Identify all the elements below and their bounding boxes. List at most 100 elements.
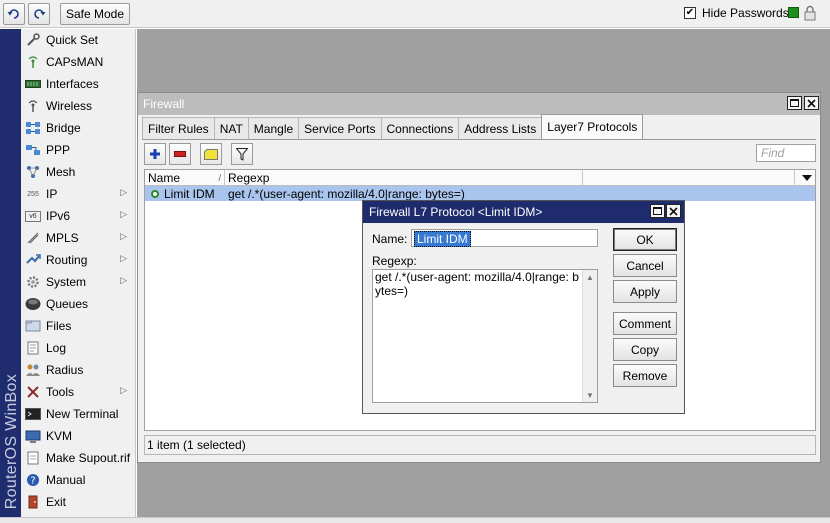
name-value: Limit IDM [414,231,471,247]
regexp-label: Regexp: [372,254,417,268]
add-button[interactable] [144,143,166,165]
status-strip [0,517,830,523]
enabled-status-icon [151,189,159,198]
name-input[interactable]: Limit IDM [411,229,598,247]
minus-icon [174,151,186,157]
sidebar-item-system[interactable]: System ▷ [21,271,135,293]
routing-icon [25,253,41,267]
sidebar-item-wireless[interactable]: Wireless [21,95,135,117]
ok-button[interactable]: OK [613,228,677,251]
close-icon [669,206,678,216]
sidebar-item-label: IP [46,187,58,201]
sidebar-item-ip[interactable]: 255 IP ▷ [21,183,135,205]
column-regexp[interactable]: Regexp [225,170,583,186]
maximize-button[interactable] [787,96,802,110]
maximize-icon [653,207,662,215]
hide-passwords-toggle[interactable]: ✔ Hide Passwords [684,6,789,20]
sidebar-item-label: Radius [46,363,84,377]
sidebar-item-label: CAPsMAN [46,55,104,69]
copy-button[interactable]: Copy [613,338,677,361]
table-header: Name / Regexp [145,170,815,186]
dialog-titlebar[interactable]: Firewall L7 Protocol <Limit IDM> [363,201,684,223]
sidebar-item-exit[interactable]: Exit [21,491,135,513]
dialog-title: Firewall L7 Protocol <Limit IDM> [369,205,543,219]
comment-dialog-button[interactable]: Comment [613,312,677,335]
firewall-tabs: Filter Rules NAT Mangle Service Ports Co… [142,114,644,139]
tab-nat[interactable]: NAT [213,117,249,139]
scroll-down-icon[interactable]: ▼ [583,388,597,402]
sidebar-item-kvm[interactable]: KVM [21,425,135,447]
ppp-icon [25,143,41,157]
tab-layer7-protocols[interactable]: Layer7 Protocols [541,114,644,139]
dialog-close-button[interactable] [666,204,681,218]
brand-bar: RouterOS WinBox [0,29,21,517]
sidebar-item-quick-set[interactable]: Quick Set [21,29,135,51]
column-menu-button[interactable] [795,170,815,186]
filter-button[interactable] [231,143,253,165]
sidebar-item-label: Exit [46,495,67,509]
table-row[interactable]: Limit IDM get /.*(user-agent: mozilla/4.… [145,186,815,201]
regexp-textarea[interactable]: get /.*(user-agent: mozilla/4.0|range: b… [372,269,598,403]
submenu-arrow-icon: ▷ [120,385,127,395]
undo-button[interactable] [3,3,25,25]
maximize-icon [790,99,799,107]
supout-icon [25,451,41,465]
system-icon [25,275,41,289]
tab-connections[interactable]: Connections [380,117,460,139]
apply-button[interactable]: Apply [613,280,677,303]
remove-dialog-button[interactable]: Remove [613,364,677,387]
safe-mode-button[interactable]: Safe Mode [60,3,130,25]
sidebar-item-bridge[interactable]: Bridge [21,117,135,139]
item-count-text: 1 item (1 selected) [147,438,246,452]
sidebar-item-log[interactable]: Log [21,337,135,359]
close-button[interactable] [804,96,819,110]
tools-icon [25,385,41,399]
sidebar-item-interfaces[interactable]: Interfaces [21,73,135,95]
firewall-titlebar[interactable]: Firewall [138,93,820,115]
svg-text:?: ? [30,476,35,487]
sidebar-item-label: Routing [46,253,88,267]
sidebar-item-new-terminal[interactable]: New Terminal [21,403,135,425]
sidebar-item-mesh[interactable]: Mesh [21,161,135,183]
dialog-maximize-button[interactable] [650,204,665,218]
sidebar-item-label: Queues [46,297,89,311]
l7-protocol-dialog: Firewall L7 Protocol <Limit IDM> Name: L… [362,200,685,414]
tab-filter-rules[interactable]: Filter Rules [142,117,215,139]
sidebar-item-routing[interactable]: Routing ▷ [21,249,135,271]
sidebar-item-capsman[interactable]: CAPsMAN [21,51,135,73]
main-toolbar: Safe Mode ✔ Hide Passwords [0,0,830,28]
find-input[interactable]: Find [756,144,816,162]
sidebar-item-files[interactable]: Files [21,315,135,337]
regexp-scrollbar[interactable]: ▲ ▼ [582,270,597,402]
sidebar-item-mpls[interactable]: MPLS ▷ [21,227,135,249]
tab-mangle[interactable]: Mangle [247,117,300,139]
tab-service-ports[interactable]: Service Ports [298,117,382,139]
remove-button[interactable] [169,143,191,165]
sidebar-item-queues[interactable]: Queues [21,293,135,315]
tab-address-lists[interactable]: Address Lists [458,117,543,139]
sidebar-item-label: New Terminal [46,407,119,421]
log-icon [25,341,41,355]
comment-button[interactable] [200,143,222,165]
redo-button[interactable] [28,3,50,25]
sidebar-item-tools[interactable]: Tools ▷ [21,381,135,403]
sidebar-item-manual[interactable]: ? Manual [21,469,135,491]
sidebar-item-make-supout[interactable]: Make Supout.rif [21,447,135,469]
sidebar-item-radius[interactable]: Radius [21,359,135,381]
sidebar-item-ppp[interactable]: PPP [21,139,135,161]
scroll-up-icon[interactable]: ▲ [583,270,597,284]
brand-label: RouterOS WinBox [3,373,20,509]
sidebar-item-label: Log [46,341,67,355]
column-name[interactable]: Name / [145,170,225,186]
hide-passwords-checkbox[interactable]: ✔ [684,7,696,19]
queues-icon [25,297,41,311]
sidebar-item-ipv6[interactable]: v6 IPv6 ▷ [21,205,135,227]
sidebar-item-label: PPP [46,143,71,157]
filter-icon [236,147,248,161]
ip-icon: 255 [27,190,39,198]
firewall-toolbar [144,143,256,165]
interfaces-icon [25,77,41,91]
submenu-arrow-icon: ▷ [120,275,127,285]
connection-status-indicator [788,7,799,18]
cancel-button[interactable]: Cancel [613,254,677,277]
